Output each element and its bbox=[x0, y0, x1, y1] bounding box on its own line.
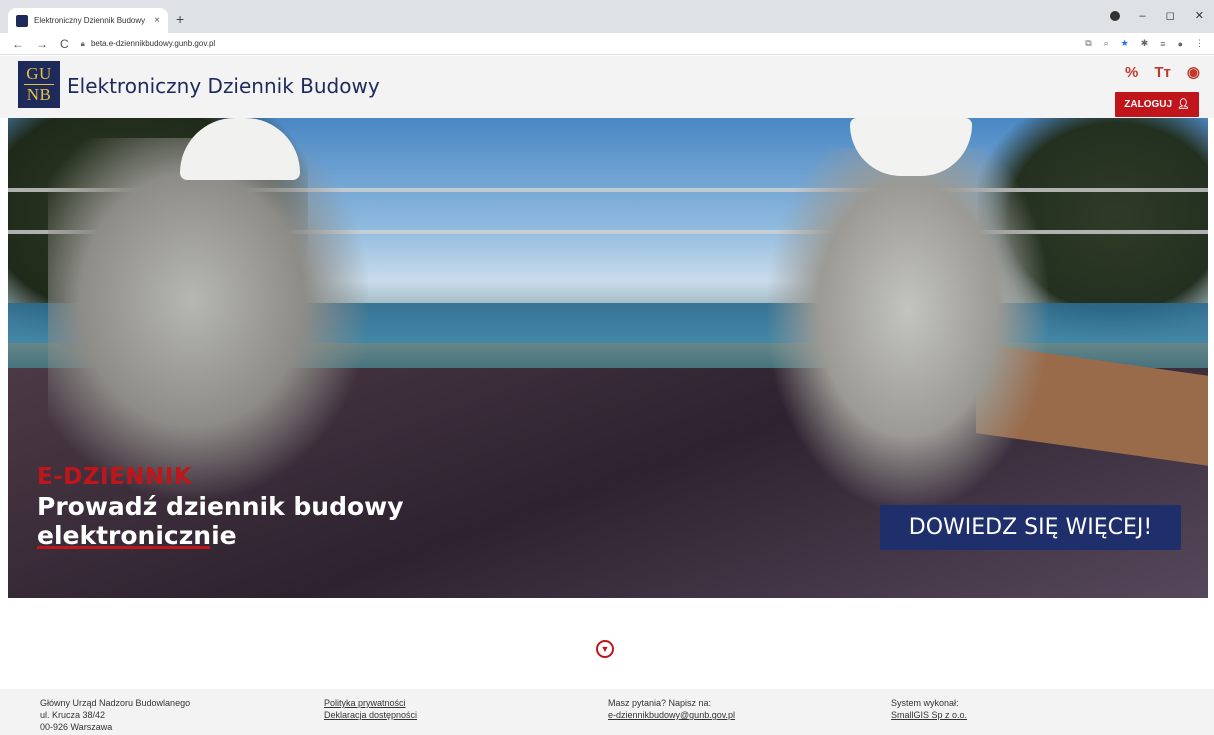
footer-vendor: System wykonał: SmallGIS Sp z o.o. bbox=[891, 697, 967, 721]
hero-headline: Prowadź dziennik budowy elektronicznie bbox=[37, 492, 437, 550]
address-bar[interactable]: 🔒︎ beta.e-dziennikbudowy.gunb.gov.pl bbox=[81, 36, 1086, 52]
footer-street: ul. Krucza 38/42 bbox=[40, 710, 106, 720]
minimize-button[interactable]: – bbox=[1140, 10, 1146, 22]
browser-tab[interactable]: Elektroniczny Dziennik Budowy × bbox=[8, 8, 168, 33]
user-icon: 👤︎ bbox=[1177, 99, 1190, 110]
hero-kicker: E-DZIENNIK bbox=[37, 464, 193, 490]
reading-list-icon[interactable]: ≡ bbox=[1160, 39, 1165, 49]
scroll-down-icon[interactable]: ▼ bbox=[596, 640, 614, 658]
logo-bottom-text: NB bbox=[26, 85, 52, 104]
gunb-favicon-icon bbox=[16, 14, 28, 27]
footer-city: 00-926 Warszawa bbox=[40, 722, 113, 732]
logo-top-text: GU bbox=[26, 64, 52, 83]
record-icon[interactable] bbox=[1109, 10, 1120, 21]
url-text[interactable]: beta.e-dziennikbudowy.gunb.gov.pl bbox=[91, 39, 215, 48]
hero-underline bbox=[37, 546, 210, 549]
privacy-policy-link[interactable]: Polityka prywatności bbox=[324, 697, 417, 709]
hero-worker-left bbox=[48, 138, 368, 498]
gunb-logo[interactable]: GU NB bbox=[18, 61, 60, 108]
profile-icon[interactable]: ● bbox=[1178, 39, 1183, 49]
reload-button[interactable]: C bbox=[60, 37, 69, 51]
browser-toolbar: ← → C 🔒︎ beta.e-dziennikbudowy.gunb.gov.… bbox=[0, 33, 1214, 55]
zoom-icon[interactable]: ⌕ bbox=[1104, 38, 1109, 49]
vendor-link[interactable]: SmallGIS Sp z o.o. bbox=[891, 709, 967, 721]
tab-title: Elektroniczny Dziennik Budowy bbox=[34, 16, 146, 25]
footer-contact: Masz pytania? Napisz na: e-dziennikbudow… bbox=[608, 697, 735, 721]
share-icon[interactable]: ⧉ bbox=[1085, 38, 1091, 49]
hero-worker-right bbox=[768, 148, 1048, 508]
footer-org-name: Główny Urząd Nadzoru Budowlanego bbox=[40, 698, 191, 708]
hero-headline-line1: Prowadź dziennik budowy bbox=[37, 492, 404, 521]
contact-email-link[interactable]: e-dziennikbudowy@gunb.gov.pl bbox=[608, 709, 735, 721]
eye-icon[interactable]: ◉ bbox=[1187, 63, 1200, 81]
font-size-icon[interactable]: Tт bbox=[1154, 64, 1171, 81]
menu-icon[interactable]: ⋮ bbox=[1195, 38, 1204, 49]
lock-icon[interactable]: 🔒︎ bbox=[81, 39, 85, 49]
extensions-icon[interactable]: ✱ bbox=[1141, 38, 1149, 49]
browser-tabstrip: Elektroniczny Dziennik Budowy × + – ◻ ✕ bbox=[0, 0, 1214, 33]
contrast-icon[interactable]: % bbox=[1125, 64, 1138, 81]
restore-button[interactable]: ◻ bbox=[1166, 9, 1175, 22]
window-controls: – ◻ ✕ bbox=[1109, 9, 1204, 22]
accessibility-declaration-link[interactable]: Deklaracja dostępności bbox=[324, 709, 417, 721]
accessibility-toolbar: % Tт ◉ bbox=[1125, 63, 1200, 82]
footer-links: Polityka prywatności Deklaracja dostępno… bbox=[324, 697, 417, 721]
close-icon[interactable]: × bbox=[154, 15, 160, 26]
new-tab-button[interactable]: + bbox=[176, 11, 184, 27]
bookmark-star-icon[interactable]: ★ bbox=[1121, 38, 1129, 49]
learn-more-button[interactable]: DOWIEDZ SIĘ WIĘCEJ! bbox=[880, 505, 1181, 550]
close-window-button[interactable]: ✕ bbox=[1195, 9, 1204, 22]
toolbar-icons: ⧉ ⌕ ★ ✱ ≡ ● ⋮ bbox=[1085, 38, 1204, 49]
login-label: ZALOGUJ bbox=[1124, 99, 1173, 110]
site-title[interactable]: Elektroniczny Dziennik Budowy bbox=[67, 74, 380, 98]
login-button[interactable]: ZALOGUJ 👤︎ bbox=[1115, 92, 1199, 117]
forward-button[interactable]: → bbox=[36, 37, 48, 51]
footer-address: Główny Urząd Nadzoru Budowlanego ul. Kru… bbox=[40, 697, 190, 733]
footer-vendor-label: System wykonał: bbox=[891, 698, 959, 708]
back-button[interactable]: ← bbox=[12, 37, 24, 51]
footer-questions-label: Masz pytania? Napisz na: bbox=[608, 698, 712, 708]
